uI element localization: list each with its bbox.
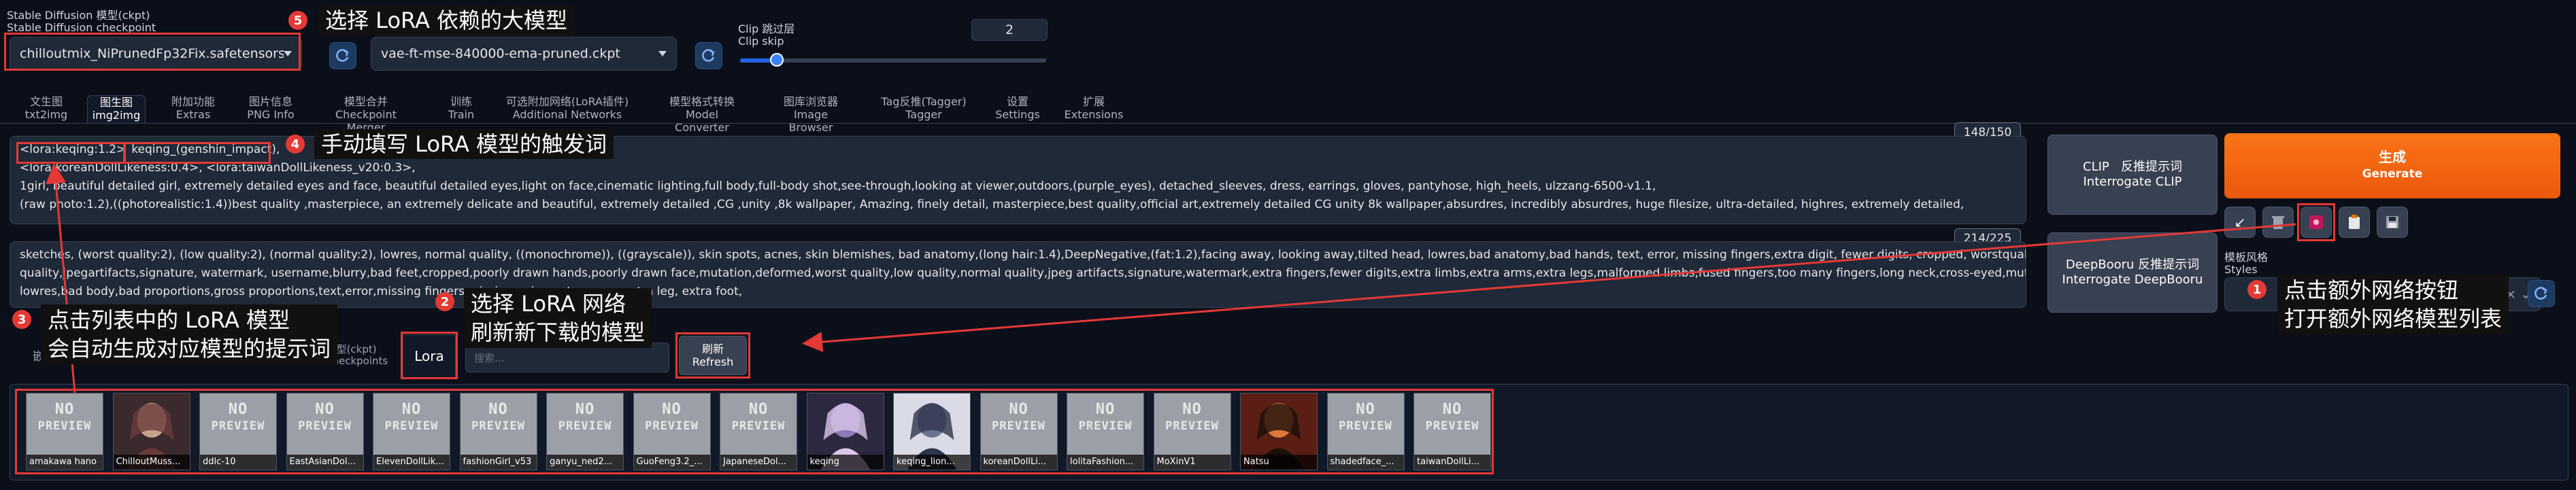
- annotation-3-text: 点击列表中的 LoRA 模型 会自动生成对应模型的提示词: [41, 304, 338, 364]
- annotation-4-badge: 4: [286, 135, 305, 154]
- annotation-3-badge: 3: [12, 310, 31, 329]
- annotation-arrows: [46, 163, 2296, 393]
- annotation-2-text: 选择 LoRA 网络 刷新新下载的模型: [464, 288, 652, 348]
- annotation-4-text: 手动填写 LoRA 模型的触发词: [314, 129, 614, 159]
- annotation-2-badge: 2: [435, 292, 454, 311]
- annotation-1-badge: 1: [2247, 280, 2266, 299]
- annotation-5-badge: 5: [288, 11, 307, 30]
- annotation-5-text: 选择 LoRA 依赖的大模型: [318, 5, 575, 35]
- annotation-1-text: 点击额外网络按钮 打开额外网络模型列表: [2277, 275, 2509, 334]
